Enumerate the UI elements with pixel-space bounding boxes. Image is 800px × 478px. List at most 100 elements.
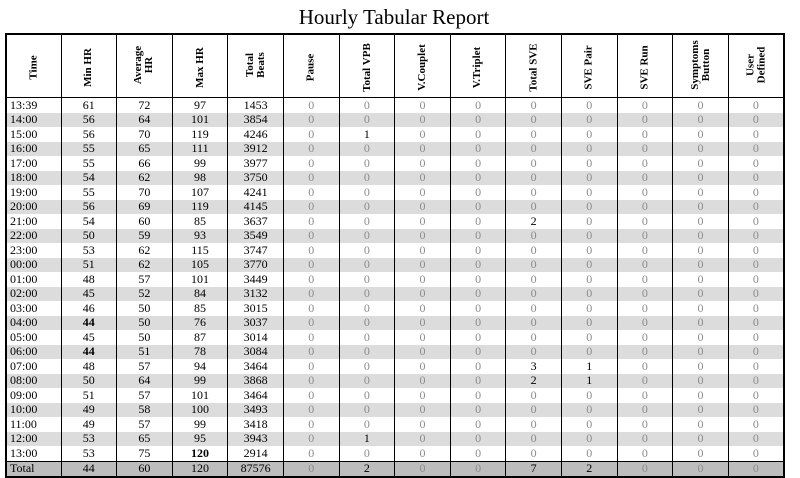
value-cell: 44 xyxy=(60,460,117,477)
value-cell: 0 xyxy=(616,344,673,359)
value-cell: 0 xyxy=(282,286,340,301)
value-cell: 0 xyxy=(727,228,784,243)
value-cell: 0 xyxy=(394,156,451,171)
value-cell: 3132 xyxy=(227,286,284,301)
value-cell: 0 xyxy=(672,388,729,403)
value-cell: 2 xyxy=(560,460,618,477)
value-cell: 0 xyxy=(727,460,784,477)
value-cell: 0 xyxy=(394,431,451,446)
table-row: 03:00 46 50 85 3015 0 0 0 0 0 0 0 0 0 xyxy=(5,301,784,316)
value-cell: 0 xyxy=(338,185,395,200)
value-cell: 3014 xyxy=(227,330,284,345)
value-cell: 0 xyxy=(282,127,340,142)
time-cell: 20:00 xyxy=(5,199,61,214)
value-cell: 0 xyxy=(338,359,395,374)
value-cell: 58 xyxy=(116,402,173,417)
value-cell: 101 xyxy=(171,388,228,403)
value-cell: 50 xyxy=(60,228,117,243)
value-cell: 54 xyxy=(60,170,117,185)
value-cell: 0 xyxy=(449,315,506,330)
time-cell: 08:00 xyxy=(5,373,61,388)
value-cell: 0 xyxy=(394,344,451,359)
time-cell: 21:00 xyxy=(5,214,61,229)
table-row: 14:00 56 64 101 3854 0 0 0 0 0 0 0 0 0 xyxy=(5,112,784,127)
value-cell: 0 xyxy=(282,185,340,200)
value-cell: 62 xyxy=(116,243,173,258)
value-cell: 0 xyxy=(338,373,395,388)
value-cell: 7 xyxy=(505,460,562,477)
value-cell: 0 xyxy=(338,344,395,359)
value-cell: 49 xyxy=(60,402,117,417)
value-cell: 0 xyxy=(560,185,618,200)
column-header-label: Average HR xyxy=(132,45,156,85)
value-cell: 0 xyxy=(672,344,729,359)
value-cell: 0 xyxy=(727,141,784,156)
value-cell: 0 xyxy=(394,228,451,243)
value-cell: 0 xyxy=(394,315,451,330)
table-row: 13:39 61 72 97 1453 0 0 0 0 0 0 0 0 0 xyxy=(5,97,784,113)
value-cell: 62 xyxy=(116,257,173,272)
value-cell: 0 xyxy=(616,185,673,200)
value-cell: 0 xyxy=(616,431,673,446)
value-cell: 0 xyxy=(338,301,395,316)
value-cell: 99 xyxy=(171,156,228,171)
value-cell: 0 xyxy=(560,156,618,171)
time-cell: 10:00 xyxy=(5,402,61,417)
value-cell: 0 xyxy=(672,185,729,200)
value-cell: 0 xyxy=(672,228,729,243)
value-cell: 56 xyxy=(60,127,117,142)
value-cell: 0 xyxy=(727,388,784,403)
value-cell: 3912 xyxy=(227,141,284,156)
value-cell: 0 xyxy=(672,257,729,272)
value-cell: 0 xyxy=(338,214,395,229)
value-cell: 101 xyxy=(171,112,228,127)
value-cell: 0 xyxy=(616,112,673,127)
value-cell: 111 xyxy=(171,141,228,156)
value-cell: 0 xyxy=(560,330,618,345)
value-cell: 2 xyxy=(505,373,562,388)
time-cell: 06:00 xyxy=(5,344,61,359)
value-cell: 0 xyxy=(338,112,395,127)
value-cell: 0 xyxy=(616,330,673,345)
value-cell: 0 xyxy=(672,417,729,432)
value-cell: 0 xyxy=(560,257,618,272)
value-cell: 0 xyxy=(394,185,451,200)
value-cell: 57 xyxy=(116,359,173,374)
value-cell: 0 xyxy=(449,431,506,446)
table-row: 02:00 45 52 84 3132 0 0 0 0 0 0 0 0 0 xyxy=(5,286,784,301)
value-cell: 75 xyxy=(116,446,173,461)
value-cell: 0 xyxy=(394,373,451,388)
value-cell: 0 xyxy=(394,330,451,345)
value-cell: 0 xyxy=(727,330,784,345)
value-cell: 98 xyxy=(171,170,228,185)
value-cell: 0 xyxy=(449,286,506,301)
value-cell: 0 xyxy=(727,315,784,330)
value-cell: 0 xyxy=(394,417,451,432)
value-cell: 0 xyxy=(449,359,506,374)
value-cell: 0 xyxy=(727,199,784,214)
value-cell: 0 xyxy=(282,330,340,345)
value-cell: 0 xyxy=(282,431,340,446)
value-cell: 0 xyxy=(505,315,562,330)
value-cell: 3637 xyxy=(227,214,284,229)
value-cell: 0 xyxy=(616,127,673,142)
value-cell: 0 xyxy=(560,199,618,214)
value-cell: 45 xyxy=(60,330,117,345)
value-cell: 0 xyxy=(394,112,451,127)
value-cell: 0 xyxy=(672,97,729,113)
value-cell: 0 xyxy=(338,402,395,417)
value-cell: 0 xyxy=(505,431,562,446)
time-cell: 15:00 xyxy=(5,127,61,142)
value-cell: 46 xyxy=(60,301,117,316)
value-cell: 0 xyxy=(672,431,729,446)
value-cell: 1453 xyxy=(227,97,284,113)
value-cell: 0 xyxy=(727,446,784,461)
value-cell: 84 xyxy=(171,286,228,301)
value-cell: 105 xyxy=(171,257,228,272)
value-cell: 0 xyxy=(505,330,562,345)
value-cell: 57 xyxy=(116,272,173,287)
value-cell: 0 xyxy=(505,286,562,301)
value-cell: 66 xyxy=(116,156,173,171)
value-cell: 0 xyxy=(616,286,673,301)
value-cell: 0 xyxy=(449,141,506,156)
